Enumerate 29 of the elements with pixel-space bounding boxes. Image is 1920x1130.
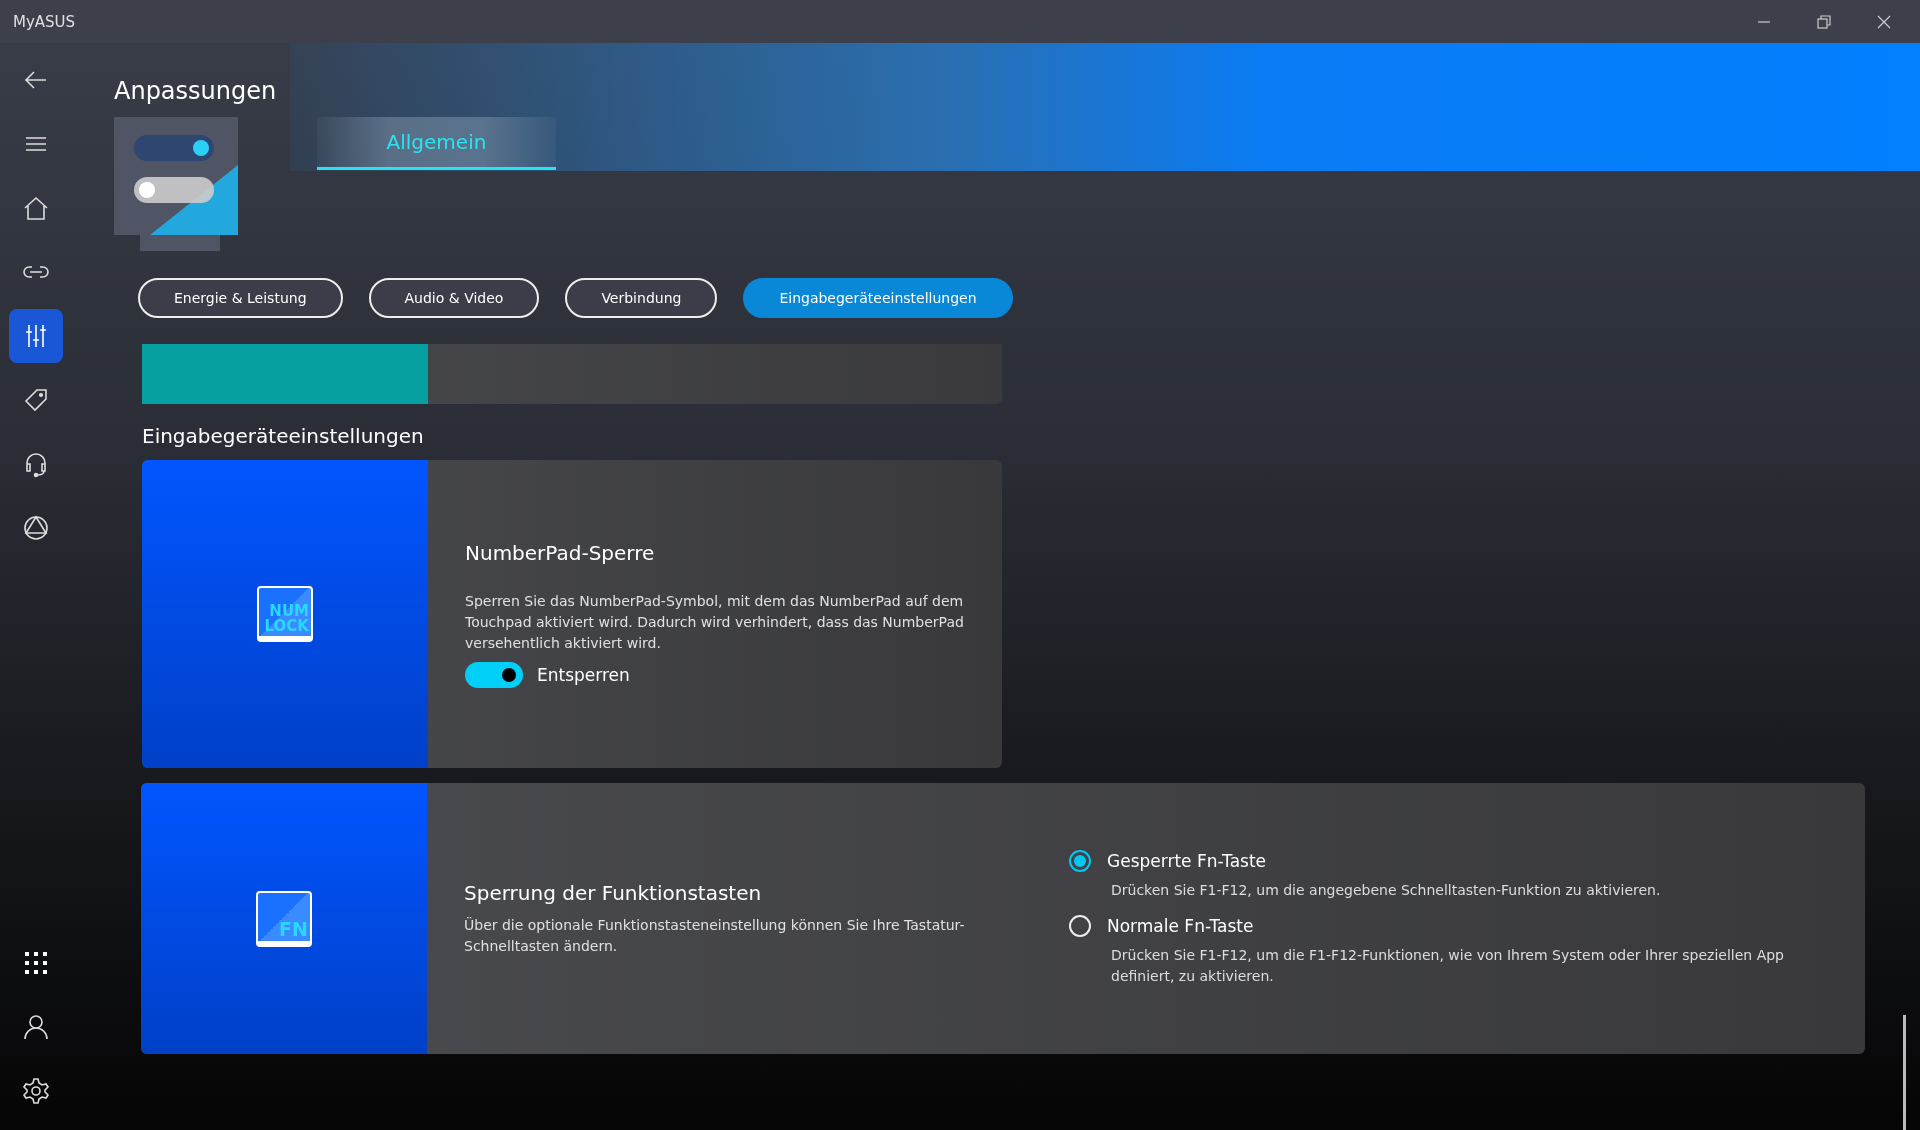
- toggle-label: Entsperren: [537, 664, 630, 685]
- setting-description: Über die optionale Funktionstasteneinstellung können Sie Ihre Tastatur-Schnelltasten ändern.: [464, 915, 966, 956]
- triangle-circle-icon: [22, 514, 50, 542]
- option-description: Drücken Sie F1-F12, um die angegebene Schnelltasten-Funktion zu aktivieren.: [1111, 881, 1662, 900]
- radio-button[interactable]: [1069, 850, 1091, 872]
- radio-label: Gesperrte Fn-Taste: [1107, 851, 1267, 871]
- numlock-key-icon: NUM LOCK: [257, 586, 313, 642]
- fn-key-icon: FN: [256, 890, 312, 947]
- category-button[interactable]: Energie & Leistung: [138, 278, 343, 318]
- category-button[interactable]: Verbindung: [565, 278, 718, 318]
- page-title: Anpassungen: [114, 77, 278, 105]
- setting-title: Sperrung der Funktionstasten: [464, 880, 763, 905]
- home-icon: [22, 194, 50, 222]
- window-title: MyASUS: [13, 12, 76, 31]
- sidebar-item[interactable]: [9, 309, 63, 363]
- apps-grid-icon[interactable]: [22, 949, 50, 977]
- close-icon[interactable]: [1876, 13, 1892, 30]
- toggle-switch[interactable]: [465, 661, 523, 688]
- category-button[interactable]: Eingabegeräteeinstellungen: [743, 278, 1013, 318]
- tag-icon: [22, 386, 50, 414]
- option-description: Drücken Sie F1-F12, um die F1-F12-Funktionen, wie von Ihrem System oder Ihrer speziellen App definiert, zu aktivieren.: [1111, 946, 1785, 986]
- user-icon[interactable]: [22, 1013, 50, 1041]
- setting-title: NumberPad-Sperre: [465, 540, 656, 565]
- setting-description: Sperren Sie das NumberPad-Symbol, mit dem das NumberPad auf dem Touchpad aktiviert wird. Dadurch wird verhindert, dass das NumberPad versehentlich aktiviert wird.: [465, 591, 965, 653]
- section-title: Eingabegeräteeinstellungen: [142, 424, 425, 448]
- radio-label: Normale Fn-Taste: [1107, 916, 1254, 936]
- settings-icon[interactable]: [22, 1077, 50, 1105]
- restore-icon[interactable]: [1816, 13, 1832, 30]
- category-button[interactable]: Audio & Video: [368, 278, 540, 318]
